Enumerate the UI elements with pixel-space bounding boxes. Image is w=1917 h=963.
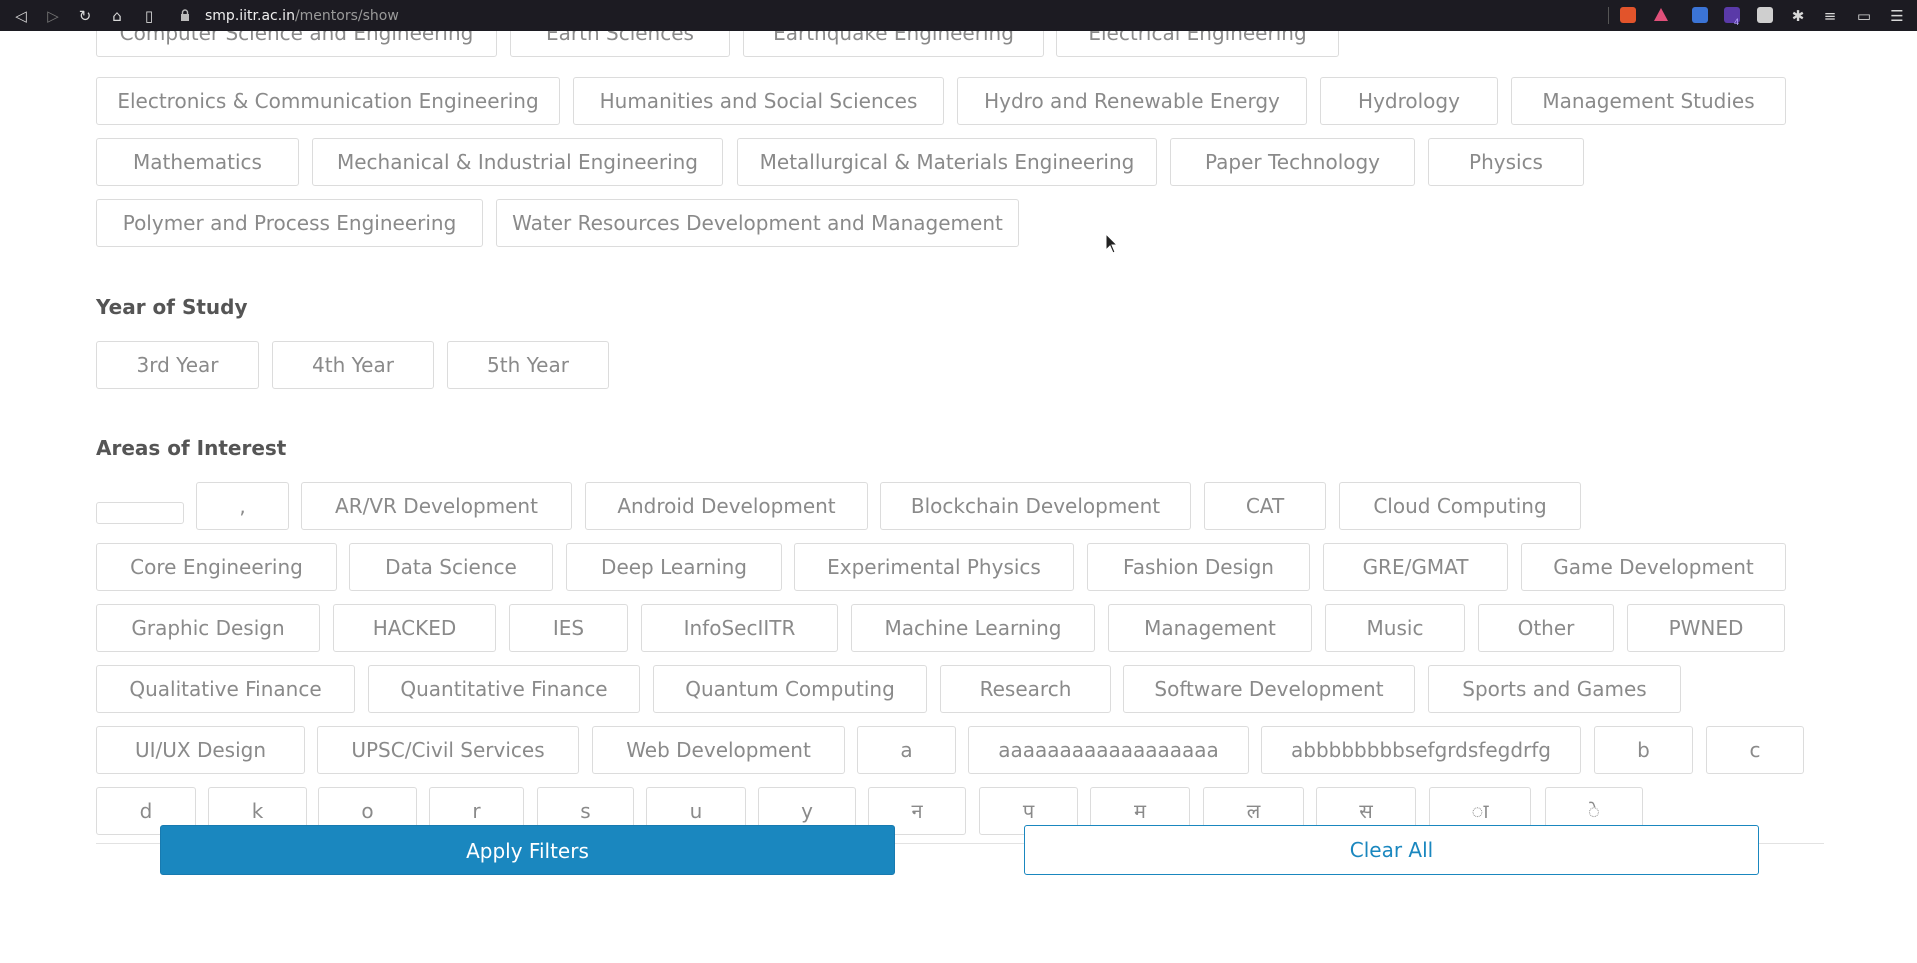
- year-of-study-title: Year of Study: [96, 295, 248, 319]
- interest-chip[interactable]: c: [1706, 726, 1804, 774]
- department-chip[interactable]: Electronics & Communication Engineering: [96, 77, 560, 125]
- interest-chip[interactable]: abbbbbbbbsefgrdsfegdrfg: [1261, 726, 1581, 774]
- department-chip[interactable]: Polymer and Process Engineering: [96, 199, 483, 247]
- screenshot-extension-icon[interactable]: [1757, 7, 1773, 23]
- interest-chip[interactable]: [96, 502, 184, 524]
- url-path: /mentors/show: [294, 8, 399, 24]
- interest-chip[interactable]: Core Engineering: [96, 543, 337, 591]
- department-chip[interactable]: Physics: [1428, 138, 1584, 186]
- browser-toolbar: ◁ ▷ ↻ ⌂ ▯ smp.iitr.ac.in/mentors/show 4 …: [0, 0, 1917, 31]
- interest-chip[interactable]: Game Development: [1521, 543, 1786, 591]
- interest-chip[interactable]: ,: [196, 482, 289, 530]
- brave-rewards-icon[interactable]: [1653, 7, 1669, 23]
- interest-chip[interactable]: Software Development: [1123, 665, 1415, 713]
- interest-chip[interactable]: Experimental Physics: [794, 543, 1074, 591]
- reload-icon[interactable]: ↻: [75, 6, 95, 26]
- interest-chip[interactable]: a: [857, 726, 956, 774]
- interest-chip[interactable]: b: [1594, 726, 1693, 774]
- department-chip[interactable]: Hydro and Renewable Energy: [957, 77, 1307, 125]
- interest-chip[interactable]: Quantum Computing: [653, 665, 927, 713]
- interest-chip[interactable]: aaaaaaaaaaaaaaaaaa: [968, 726, 1249, 774]
- department-chip[interactable]: Hydrology: [1320, 77, 1498, 125]
- apply-filters-button[interactable]: Apply Filters: [160, 825, 895, 875]
- interest-chip[interactable]: Cloud Computing: [1339, 482, 1581, 530]
- cursor-icon: [1105, 233, 1119, 254]
- brave-shield-icon[interactable]: [1620, 7, 1636, 23]
- interest-chip[interactable]: PWNED: [1627, 604, 1785, 652]
- interest-chip[interactable]: Management: [1108, 604, 1312, 652]
- interest-chip[interactable]: Music: [1325, 604, 1465, 652]
- toolbar-divider: [1608, 7, 1609, 24]
- interest-chip[interactable]: Graphic Design: [96, 604, 320, 652]
- interest-chip[interactable]: Qualitative Finance: [96, 665, 355, 713]
- interest-chip[interactable]: Deep Learning: [566, 543, 782, 591]
- interest-chip[interactable]: Blockchain Development: [880, 482, 1191, 530]
- department-chip[interactable]: Electrical Engineering: [1056, 31, 1339, 57]
- back-icon[interactable]: ◁: [11, 6, 31, 26]
- interest-chip[interactable]: Web Development: [592, 726, 845, 774]
- interest-chip[interactable]: IES: [509, 604, 628, 652]
- interest-chip[interactable]: GRE/GMAT: [1323, 543, 1508, 591]
- interest-chip[interactable]: Android Development: [585, 482, 868, 530]
- wallet-icon[interactable]: ▭: [1854, 6, 1874, 26]
- lock-icon: [181, 9, 189, 21]
- interest-chip[interactable]: InfoSecIITR: [641, 604, 838, 652]
- address-bar[interactable]: smp.iitr.ac.in/mentors/show: [205, 0, 399, 31]
- interest-chip[interactable]: Other: [1478, 604, 1614, 652]
- interest-chip[interactable]: UPSC/Civil Services: [317, 726, 579, 774]
- clear-all-button[interactable]: Clear All: [1024, 825, 1759, 875]
- year-chip[interactable]: 3rd Year: [96, 341, 259, 389]
- extension-badge: 4: [1734, 17, 1740, 27]
- department-chip[interactable]: Computer Science and Engineering: [96, 31, 497, 57]
- department-chip[interactable]: Management Studies: [1511, 77, 1786, 125]
- interest-chip[interactable]: Machine Learning: [851, 604, 1095, 652]
- interest-chip[interactable]: UI/UX Design: [96, 726, 305, 774]
- interest-chip[interactable]: Fashion Design: [1087, 543, 1310, 591]
- interest-chip[interactable]: Research: [940, 665, 1111, 713]
- interest-chip[interactable]: Sports and Games: [1428, 665, 1681, 713]
- translate-extension-icon[interactable]: [1692, 7, 1708, 23]
- mentor-filter-page: Computer Science and Engineering Earth S…: [0, 31, 1917, 963]
- puzzle-icon[interactable]: ✱: [1788, 6, 1808, 26]
- url-host: smp.iitr.ac.in: [205, 8, 295, 24]
- interest-chip[interactable]: HACKED: [333, 604, 496, 652]
- department-chip[interactable]: Water Resources Development and Manageme…: [496, 199, 1019, 247]
- year-chip[interactable]: 4th Year: [272, 341, 434, 389]
- department-chip[interactable]: Earth Sciences: [510, 31, 730, 57]
- interest-chip[interactable]: Quantitative Finance: [368, 665, 640, 713]
- department-chip[interactable]: Paper Technology: [1170, 138, 1415, 186]
- department-chip[interactable]: Earthquake Engineering: [743, 31, 1044, 57]
- department-chip[interactable]: Metallurgical & Materials Engineering: [737, 138, 1157, 186]
- department-chip[interactable]: Humanities and Social Sciences: [573, 77, 944, 125]
- areas-of-interest-title: Areas of Interest: [96, 436, 287, 460]
- forward-icon[interactable]: ▷: [43, 6, 63, 26]
- interest-chip[interactable]: Data Science: [349, 543, 553, 591]
- interest-chip[interactable]: CAT: [1204, 482, 1326, 530]
- home-icon[interactable]: ⌂: [107, 6, 127, 26]
- menu-icon[interactable]: ☰: [1887, 6, 1907, 26]
- year-chip[interactable]: 5th Year: [447, 341, 609, 389]
- department-chip[interactable]: Mechanical & Industrial Engineering: [312, 138, 723, 186]
- playlist-icon[interactable]: ≡: [1820, 6, 1840, 26]
- bookmark-icon[interactable]: ▯: [139, 6, 159, 26]
- department-chip[interactable]: Mathematics: [96, 138, 299, 186]
- interest-chip[interactable]: AR/VR Development: [301, 482, 572, 530]
